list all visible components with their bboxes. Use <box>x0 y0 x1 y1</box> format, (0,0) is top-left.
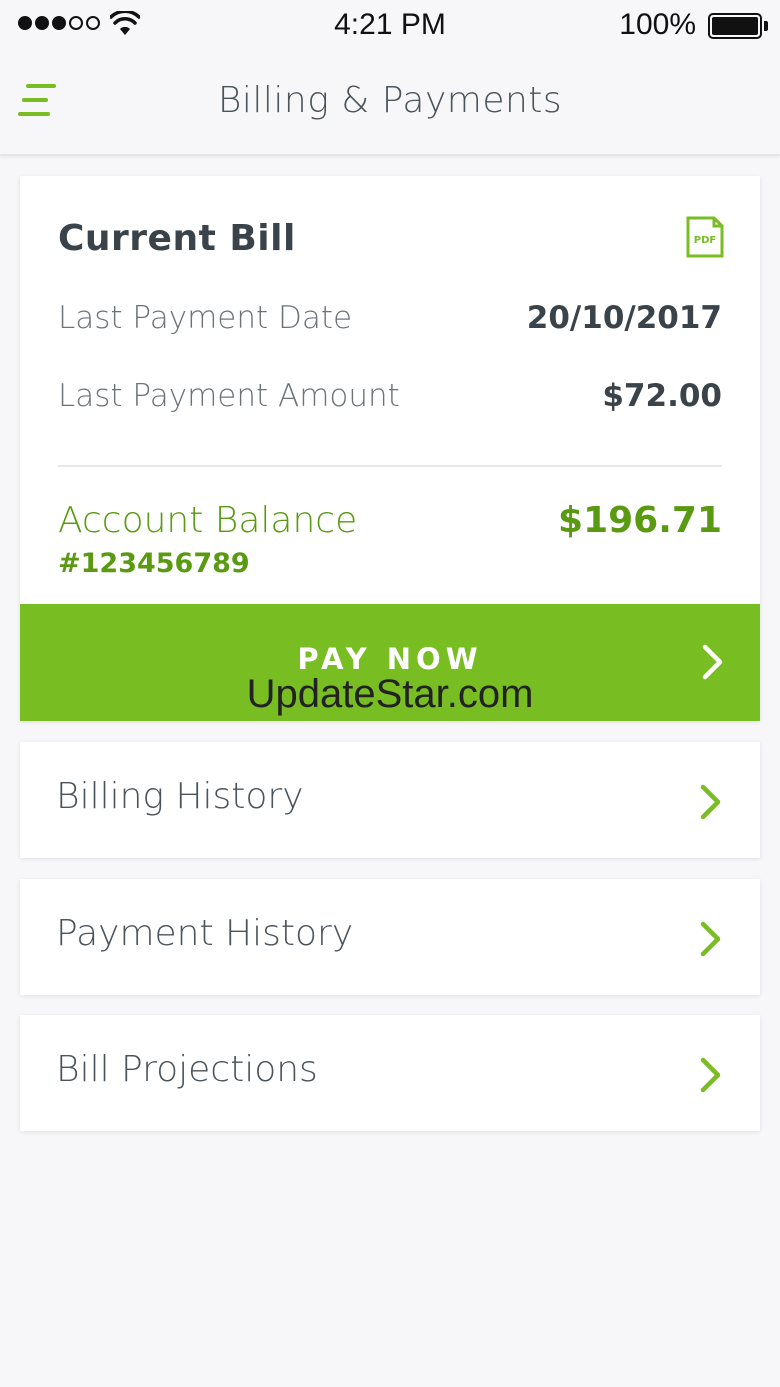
chevron-right-icon <box>700 1057 721 1093</box>
battery-icon <box>708 13 768 39</box>
account-balance-label: Account Balance <box>58 500 358 541</box>
list-item-label: Billing History <box>56 776 304 817</box>
list-item-label: Payment History <box>56 913 354 954</box>
account-number: #123456789 <box>58 548 250 579</box>
bill-projections-item[interactable]: Bill Projections <box>20 1015 760 1131</box>
last-payment-amount-value: $72.00 <box>602 378 722 414</box>
current-bill-card: Current Bill PDF Last Payment Date 20/10… <box>20 176 760 721</box>
pay-now-label: PAY NOW <box>297 642 483 676</box>
pay-now-button[interactable]: PAY NOW UpdateStar.com <box>20 604 760 721</box>
page-title: Billing & Payments <box>217 80 563 121</box>
watermark: UpdateStar.com <box>246 672 534 716</box>
nav-bar: Billing & Payments <box>0 52 780 156</box>
last-payment-date-value: 20/10/2017 <box>526 300 722 336</box>
last-payment-amount-label: Last Payment Amount <box>58 378 400 414</box>
chevron-right-icon <box>700 784 721 820</box>
payment-history-item[interactable]: Payment History <box>20 879 760 995</box>
current-bill-title: Current Bill <box>58 218 296 259</box>
last-payment-date-label: Last Payment Date <box>58 300 353 336</box>
status-bar: 4:21 PM 100% <box>0 0 780 52</box>
billing-history-item[interactable]: Billing History <box>20 742 760 858</box>
svg-text:PDF: PDF <box>694 235 716 246</box>
account-balance-value: $196.71 <box>558 500 722 541</box>
pdf-icon[interactable]: PDF <box>686 216 724 258</box>
divider <box>58 465 722 467</box>
battery-percent: 100% <box>619 8 696 41</box>
list-item-label: Bill Projections <box>56 1049 318 1090</box>
chevron-right-icon <box>700 921 721 957</box>
